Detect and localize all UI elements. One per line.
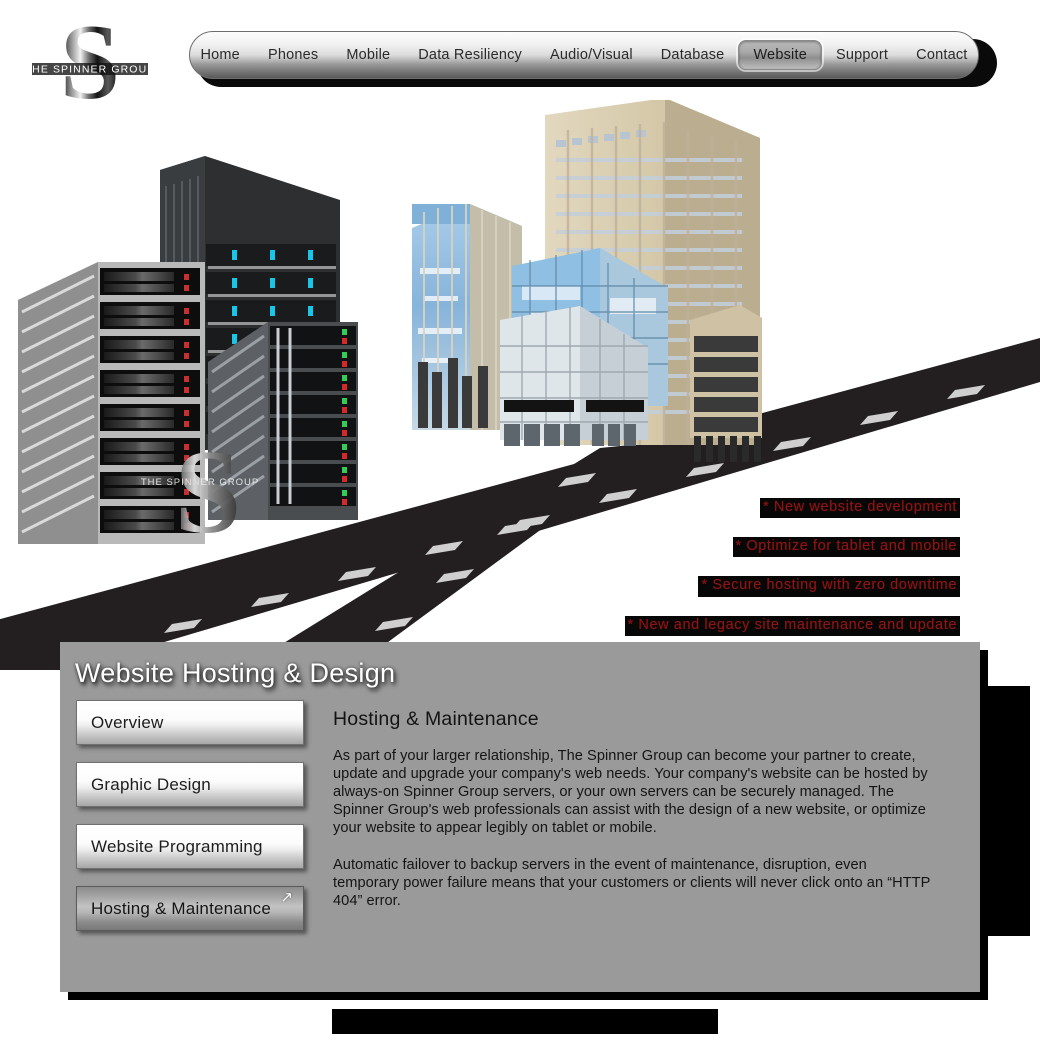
article-paragraph-1: As part of your larger relationship, The… — [333, 748, 928, 836]
nav-item-website[interactable]: Website — [738, 40, 822, 70]
nav-item-database[interactable]: Database — [647, 40, 739, 70]
mouse-cursor-icon: ↗ — [280, 889, 293, 906]
bullet-item-3: * Secure hosting with zero downtime — [698, 576, 960, 597]
main-navigation: Home Phones Mobile Data Resiliency Audio… — [189, 31, 997, 87]
nav-item-support[interactable]: Support — [822, 40, 902, 70]
sidebar-item-graphic-design[interactable]: Graphic Design — [76, 762, 304, 807]
nav-item-data-resiliency[interactable]: Data Resiliency — [404, 40, 536, 70]
page-title: Website Hosting & Design — [75, 658, 396, 688]
sidebar-item-label: Website Programming — [91, 836, 263, 856]
sidebar-menu: Overview Graphic Design Website Programm… — [76, 700, 308, 948]
bullet-item-4: * New and legacy site maintenance and up… — [624, 615, 960, 636]
page-stage: S THE SPINNER GROUP Home Phones Mobile D… — [0, 0, 1040, 1040]
server-logo-caption: THE SPINNER GROUP — [141, 477, 259, 488]
svg-text:S: S — [175, 425, 242, 558]
nav-item-audio-visual[interactable]: Audio/Visual — [536, 40, 647, 70]
nav-item-phones[interactable]: Phones — [254, 40, 332, 70]
nav-items: Home Phones Mobile Data Resiliency Audio… — [186, 36, 981, 74]
bullet-item-1: * New website development — [760, 498, 960, 519]
sidebar-item-overview[interactable]: Overview — [76, 700, 304, 745]
article-heading: Hosting & Maintenance — [333, 708, 539, 730]
feature-bullet-list: * New website development * Optimize for… — [560, 498, 960, 655]
article-content: Hosting & Maintenance As part of your la… — [333, 708, 933, 930]
bullet-item-2: * Optimize for tablet and mobile — [732, 537, 960, 558]
nav-item-home[interactable]: Home — [186, 40, 253, 70]
nav-bar: Home Phones Mobile Data Resiliency Audio… — [189, 31, 979, 79]
footer-bar — [332, 1009, 718, 1034]
article-paragraph-2: Automatic failover to backup servers in … — [333, 856, 931, 909]
nav-item-mobile[interactable]: Mobile — [332, 40, 404, 70]
sidebar-item-label: Overview — [91, 712, 164, 732]
panel-accent-block — [988, 686, 1030, 936]
sidebar-item-website-programming[interactable]: Website Programming — [76, 824, 304, 869]
sidebar-item-hosting-maintenance[interactable]: Hosting & Maintenance ↗ — [76, 886, 304, 931]
logo-wordmark: THE SPINNER GROUP — [25, 64, 156, 76]
sidebar-item-label: Hosting & Maintenance — [91, 898, 271, 918]
nav-item-contact[interactable]: Contact — [902, 40, 981, 70]
sidebar-item-label: Graphic Design — [91, 774, 211, 794]
city-buildings — [412, 100, 762, 462]
